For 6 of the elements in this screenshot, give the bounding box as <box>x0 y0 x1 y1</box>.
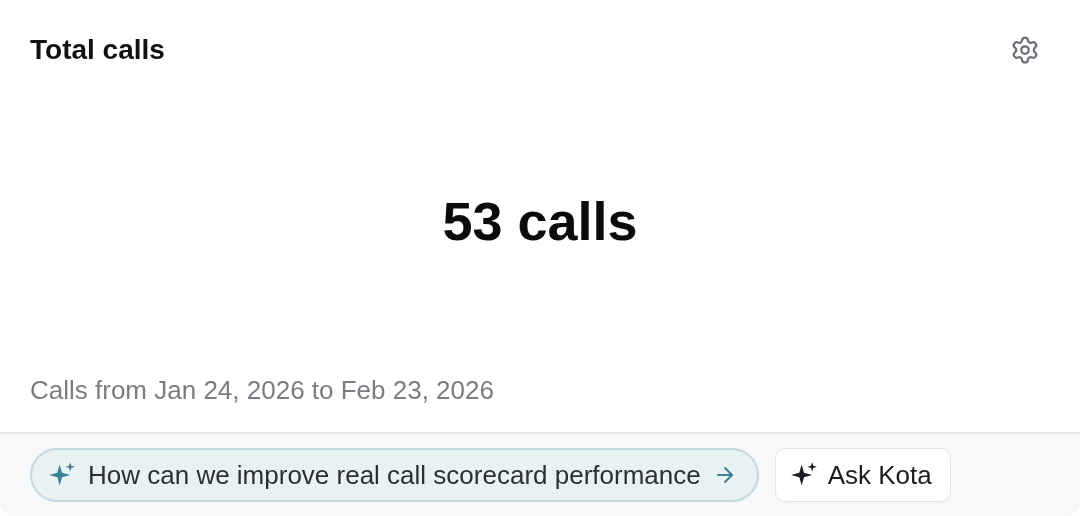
ask-button[interactable]: Ask Kota <box>774 448 951 502</box>
total-value: 53 calls <box>442 189 638 252</box>
settings-icon[interactable] <box>1010 35 1040 65</box>
card-title: Total calls <box>30 34 165 66</box>
date-range-caption: Calls from Jan 24, 2026 to Feb 23, 2026 <box>30 375 495 406</box>
suggestion-chip[interactable]: How can we improve real call scorecard performance <box>30 448 759 502</box>
